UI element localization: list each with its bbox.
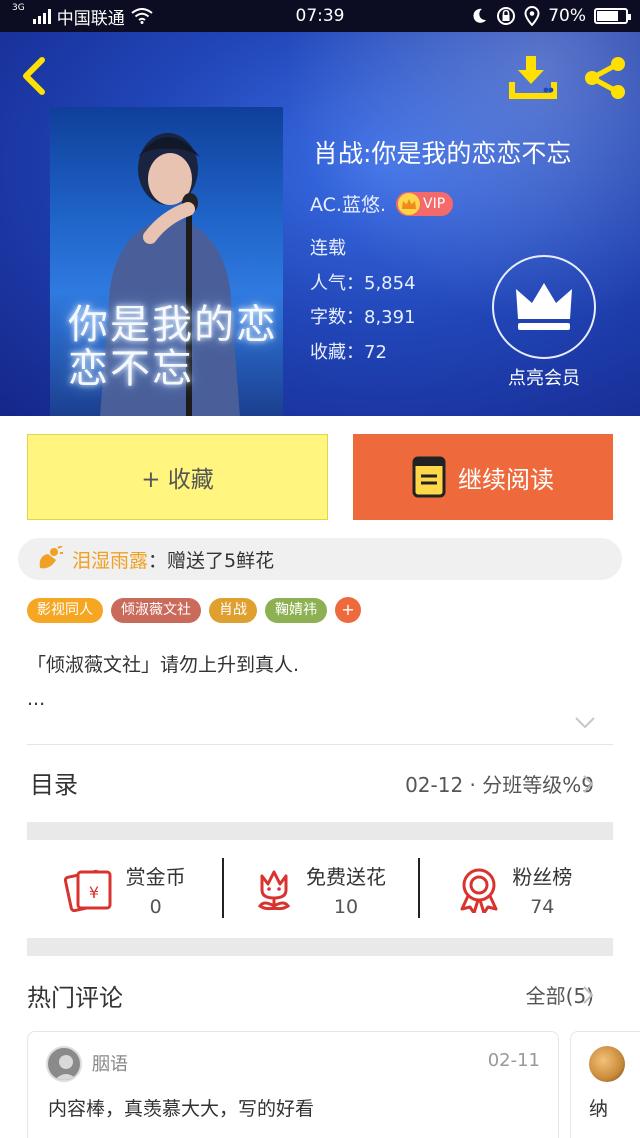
comment-date: 02-11 — [487, 1050, 540, 1071]
section-separator — [27, 822, 613, 840]
summary-ellipsis: ... — [27, 688, 46, 710]
download-button[interactable] — [508, 54, 558, 102]
free-flower-label: 免费送花 — [305, 865, 386, 889]
signal-icon — [32, 8, 51, 24]
tag-item[interactable]: 肖战 — [209, 597, 257, 623]
member-label: 点亮会员 — [508, 368, 580, 389]
chevron-right-icon[interactable] — [582, 985, 594, 1005]
share-icon — [585, 57, 625, 99]
medal-icon — [460, 868, 498, 913]
action-bar: + 收藏 继续阅读 — [0, 416, 640, 526]
comment-text: 内容棒，真羡慕大大，写的好看 — [48, 1098, 315, 1120]
back-icon — [23, 57, 45, 95]
download-icon — [509, 56, 557, 99]
network-type: 3G — [12, 2, 25, 13]
favorites-value: 72 — [364, 341, 387, 363]
free-flower-value: 10 — [333, 896, 359, 918]
battery-percent: 70% — [548, 6, 586, 26]
reward-coins-value: 0 — [149, 896, 162, 918]
add-tag-button[interactable]: + — [335, 597, 361, 623]
tag-list: 影视同人 倾淑薇文社 肖战 鞠婧祎 + — [27, 597, 361, 623]
crown-icon — [398, 192, 421, 215]
fan-ranking-value: 74 — [530, 896, 555, 918]
favorites-label: 收藏： — [310, 341, 364, 363]
avatar[interactable] — [589, 1046, 625, 1082]
word-count-value: 8,391 — [364, 307, 416, 328]
comment-text: 纳 — [589, 1098, 609, 1120]
continue-reading-label: 继续阅读 — [458, 465, 554, 494]
hot-comments-title: 热门评论 — [27, 984, 123, 1012]
word-count-label: 字数： — [310, 307, 364, 328]
toc-label: 目录 — [30, 771, 78, 799]
flower-gift-icon — [39, 546, 63, 569]
cover-title-text: 你是我的恋恋不忘 — [68, 302, 278, 392]
continue-reading-button[interactable]: 继续阅读 — [353, 434, 613, 520]
back-button[interactable] — [14, 54, 54, 98]
latest-chapter: 02-12 · 分班等级%9 — [405, 773, 594, 797]
flower-icon — [257, 870, 291, 910]
section-separator — [27, 938, 613, 956]
svg-text:¥: ¥ — [89, 883, 99, 902]
comment-card[interactable]: 胭语 02-11 内容棒，真羡慕大大，写的好看 — [27, 1031, 559, 1138]
tag-item[interactable]: 影视同人 — [27, 597, 103, 623]
avatar[interactable] — [46, 1046, 82, 1082]
comment-username[interactable]: 胭语 — [92, 1050, 128, 1076]
moon-icon — [473, 8, 487, 23]
serial-status: 连载 — [310, 238, 346, 259]
chevron-right-icon — [583, 775, 594, 793]
chevron-down-icon[interactable] — [574, 716, 596, 730]
flower-message: ：赠送了5鲜花 — [148, 549, 275, 572]
book-icon — [412, 456, 446, 498]
book-summary: 「倾淑薇文社」请勿上升到真人. — [27, 654, 300, 676]
tag-item[interactable]: 鞠婧祎 — [265, 597, 327, 623]
tag-item[interactable]: 倾淑薇文社 — [111, 597, 201, 623]
fan-ranking-button[interactable]: 粉丝榜 74 — [417, 842, 613, 937]
book-details: 泪湿雨露 ：赠送了5鲜花 影视同人 倾淑薇文社 肖战 鞠婧祎 + 「倾淑薇文社」请… — [0, 526, 640, 1138]
reward-coins-label: 赏金币 — [125, 865, 186, 889]
author-name[interactable]: AC.蓝悠. — [310, 190, 386, 217]
book-title: 肖战:你是我的恋恋不忘 — [313, 139, 572, 168]
book-header: 3G 中国联通 07:39 70% 你是我的恋恋不忘 肖战:你是我的恋恋不忘 A… — [0, 0, 640, 416]
member-button[interactable]: 点亮会员 — [492, 255, 596, 390]
reward-coins-button[interactable]: ¥ 赏金币 0 — [27, 842, 222, 937]
flower-sender[interactable]: 泪湿雨露 — [72, 546, 148, 573]
vip-badge: VIP — [396, 191, 454, 216]
favorite-button[interactable]: + 收藏 — [27, 434, 328, 520]
status-bar: 3G 中国联通 07:39 70% — [0, 0, 640, 32]
red-envelope-icon: ¥ — [63, 869, 112, 912]
vip-label: VIP — [423, 195, 446, 212]
location-icon — [524, 6, 540, 26]
rotation-lock-icon — [497, 7, 516, 25]
book-stats: 连载 人气：5,854 字数：8,391 收藏：72 — [310, 232, 416, 370]
book-cover[interactable]: 你是我的恋恋不忘 — [50, 107, 283, 416]
comments-header: 热门评论 全部(5) — [0, 966, 640, 1026]
battery-icon — [594, 8, 631, 24]
flower-notice: 泪湿雨露 ：赠送了5鲜花 — [18, 538, 622, 580]
crown-icon — [516, 283, 572, 330]
comment-card[interactable]: 纳 — [570, 1031, 640, 1138]
popularity-label: 人气： — [310, 272, 364, 294]
fan-ranking-label: 粉丝榜 — [512, 865, 573, 889]
wifi-icon — [131, 8, 153, 24]
share-button[interactable] — [580, 54, 630, 102]
reward-bar: ¥ 赏金币 0 免费送花 10 粉丝榜 74 — [27, 842, 613, 937]
popularity-value: 5,854 — [364, 272, 416, 294]
free-flower-button[interactable]: 免费送花 10 — [222, 842, 417, 937]
table-of-contents-row[interactable]: 目录 02-12 · 分班等级%9 — [0, 745, 640, 823]
carrier-name: 中国联通 — [56, 8, 125, 29]
